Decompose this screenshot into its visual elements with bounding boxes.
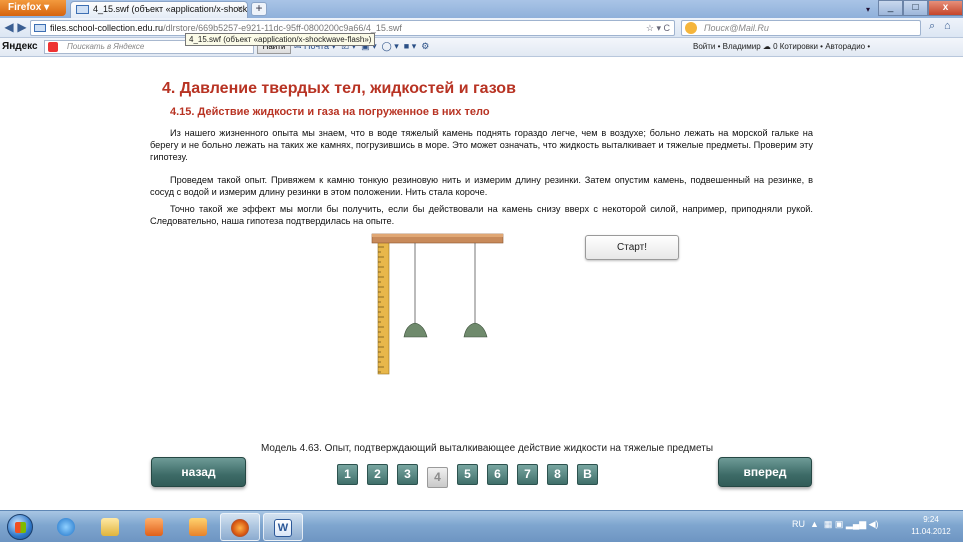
clock-date: 11.04.2012 <box>911 527 951 536</box>
model-caption: Модель 4.63. Опыт, подтверждающий выталк… <box>260 443 714 454</box>
taskbar-firefox[interactable] <box>220 513 260 541</box>
back-button[interactable]: назад <box>151 457 246 487</box>
word-icon: W <box>274 519 292 537</box>
firefox-icon <box>231 519 249 537</box>
tab-list-dropdown-icon[interactable]: ▾ <box>862 3 874 19</box>
language-indicator[interactable]: RU <box>792 519 805 529</box>
taskbar-explorer[interactable] <box>90 513 130 541</box>
paragraph-1: Из нашего жизненного опыта мы знаем, что… <box>150 128 813 162</box>
ruler <box>377 240 390 375</box>
flash-file-icon <box>76 5 89 14</box>
url-path: /dlrstore/669b5257-e921-11dc-95ff-080020… <box>163 23 402 33</box>
clock[interactable]: 9:24 11.04.2012 <box>903 514 959 538</box>
taskbar-media-player[interactable] <box>134 513 174 541</box>
taskbar-internet-explorer[interactable] <box>46 513 86 541</box>
stone-right <box>463 322 488 338</box>
yandex-icon[interactable] <box>48 42 58 52</box>
url-bar-tools-icons[interactable]: ☆ ▾ C <box>646 21 670 35</box>
experiment-illustration <box>371 233 504 375</box>
internet-explorer-icon <box>57 518 75 536</box>
page-button-8[interactable]: 8 <box>547 464 568 485</box>
forward-button[interactable]: вперед <box>718 457 812 487</box>
system-tray[interactable]: RU ▲ ▦ ▣ ▂▄▆ ◀) <box>792 519 879 530</box>
browser-tab[interactable]: 4_15.swf (объект «application/x-shockw..… <box>70 1 248 18</box>
page-subtitle: 4.15. Действие жидкости и газа на погруж… <box>170 106 490 118</box>
close-button[interactable]: x <box>928 0 963 16</box>
yandex-toolbar: Яндекс Поискать в Яндексе Найти ✉ Почта … <box>0 38 963 57</box>
wooden-bar-highlight <box>372 234 503 237</box>
page-button-1[interactable]: 1 <box>337 464 358 485</box>
windows-taskbar: W RU ▲ ▦ ▣ ▂▄▆ ◀) 9:24 11.04.2012 <box>0 510 963 542</box>
tab-title: 4_15.swf (объект «application/x-shockw..… <box>93 4 248 14</box>
start-button[interactable]: Старт! <box>585 235 679 260</box>
start-menu-button[interactable] <box>7 514 33 540</box>
yandex-logo[interactable]: Яндекс <box>2 41 38 52</box>
navigation-toolbar: ◀ ▶ files.school-collection.edu.ru/dlrst… <box>0 18 963 38</box>
taskbar-paint[interactable] <box>178 513 218 541</box>
maximize-button[interactable]: □ <box>903 0 928 16</box>
folder-icon <box>101 518 119 536</box>
paragraph-3: Точно такой же эффект мы могли бы получи… <box>150 204 813 226</box>
stone-left <box>403 322 428 338</box>
page-button-3[interactable]: 3 <box>397 464 418 485</box>
forward-arrow-icon[interactable]: ▶ <box>15 20 29 35</box>
page-button-b[interactable]: B <box>577 464 598 485</box>
windows-logo-icon <box>15 522 26 533</box>
media-player-icon <box>145 518 163 536</box>
paragraph-2: Проведем такой опыт. Привяжем к камню то… <box>150 175 813 197</box>
minimize-button[interactable]: _ <box>878 0 903 16</box>
screen: Firefox ▾ 4_15.swf (объект «application/… <box>0 0 963 542</box>
yandex-toolbar-right[interactable]: Войти • Владимир ☁ 0 Котировки • Авторад… <box>693 42 870 51</box>
search-placeholder: Поиск@Mail.Ru <box>704 23 769 33</box>
url-host: files.school-collection.edu.ru <box>50 23 164 33</box>
mail-ru-search-icon[interactable] <box>685 22 697 34</box>
search-box[interactable]: Поиск@Mail.Ru <box>681 20 921 36</box>
home-icon[interactable]: ⌂ <box>944 20 951 32</box>
yandex-search-placeholder: Поискать в Яндексе <box>67 42 145 51</box>
tab-tooltip: 4_15.swf (объект «application/x-shockwav… <box>185 33 376 46</box>
back-arrow-icon[interactable]: ◀ <box>2 20 16 35</box>
taskbar-word[interactable]: W <box>263 513 303 541</box>
firefox-menu-label: Firefox <box>8 2 42 13</box>
page-button-2[interactable]: 2 <box>367 464 388 485</box>
page-title: 4. Давление твердых тел, жидкостей и газ… <box>162 80 516 97</box>
new-tab-button[interactable]: + <box>251 2 267 16</box>
search-magnifier-icon[interactable]: ⌕ <box>929 20 935 33</box>
site-identity-icon[interactable] <box>34 24 46 32</box>
window-titlebar: Firefox ▾ 4_15.swf (объект «application/… <box>0 0 963 18</box>
tab-close-icon[interactable]: × <box>237 2 243 17</box>
page-button-4-current: 4 <box>427 467 448 488</box>
firefox-menu-button[interactable]: Firefox ▾ <box>0 0 66 16</box>
page-button-5[interactable]: 5 <box>457 464 478 485</box>
page-button-7[interactable]: 7 <box>517 464 538 485</box>
paint-icon <box>189 518 207 536</box>
clock-time: 9:24 <box>923 515 939 524</box>
page-button-6[interactable]: 6 <box>487 464 508 485</box>
